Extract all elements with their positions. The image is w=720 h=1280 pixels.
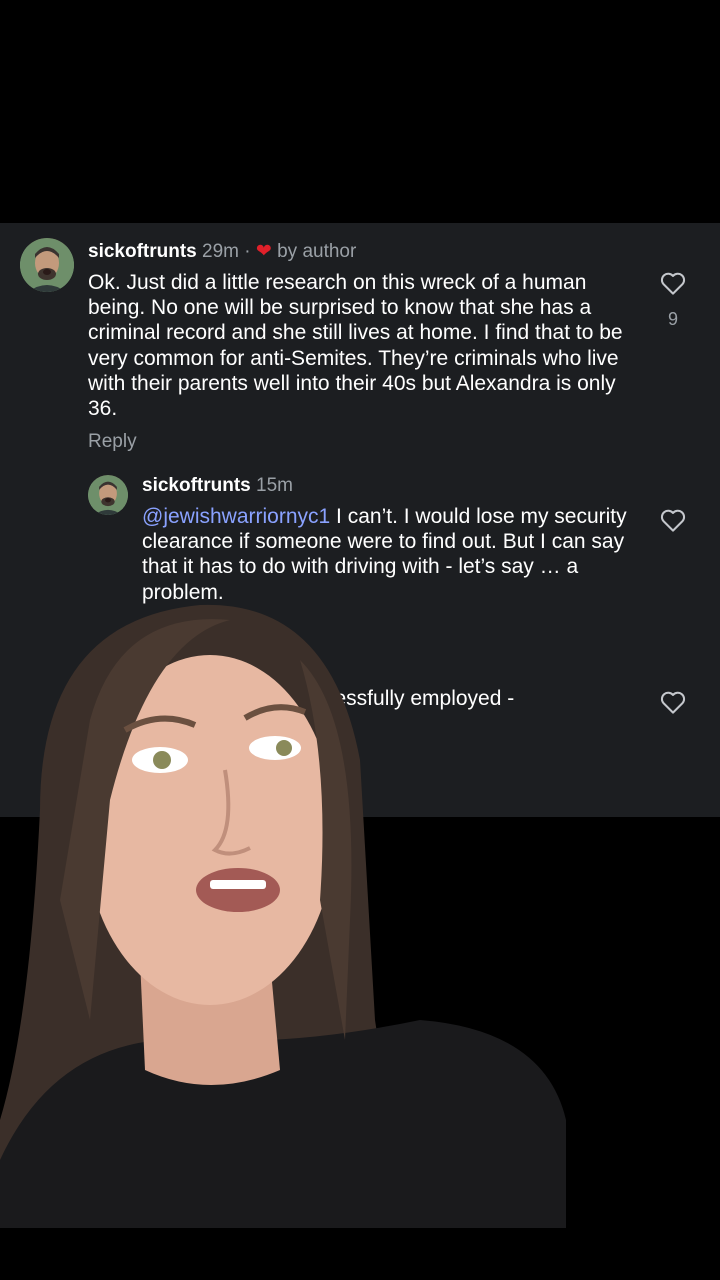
reply-button[interactable]: Reply (88, 431, 137, 453)
comment-meta: sickoftrunts 29m · ❤ by author (88, 240, 356, 264)
reply-username[interactable]: sickoftrunts (142, 475, 251, 496)
comment-text: Ok. Just did a little research on this w… (88, 271, 623, 421)
liked-by-author-label: by author (277, 241, 357, 262)
reply-time: 15m (256, 475, 293, 496)
obscured-reply-like-button[interactable] (658, 687, 688, 717)
meta-separator: · (244, 241, 251, 262)
comment-time: 29m (202, 241, 239, 262)
heart-outline-icon (660, 272, 686, 295)
presenter-illustration (0, 604, 566, 1228)
reply-text: @jewishwarriornyc1 I can’t. I would lose… (142, 504, 632, 605)
reply-meta: sickoftrunts 15m (142, 474, 293, 498)
commenter-avatar[interactable] (20, 238, 74, 292)
heart-filled-icon: ❤ (255, 241, 272, 262)
comment-username[interactable]: sickoftrunts (88, 241, 197, 262)
like-count: 9 (667, 309, 678, 329)
avatar-image (20, 238, 74, 292)
reply-avatar[interactable] (88, 475, 128, 515)
reply-like-button[interactable] (658, 505, 688, 535)
heart-outline-icon (660, 509, 686, 532)
heart-outline-icon (660, 691, 686, 714)
presenter-overlay (0, 600, 568, 1228)
mention-link[interactable]: @jewishwarriornyc1 (142, 505, 330, 528)
avatar-image (88, 475, 128, 515)
like-button[interactable] (658, 268, 688, 298)
